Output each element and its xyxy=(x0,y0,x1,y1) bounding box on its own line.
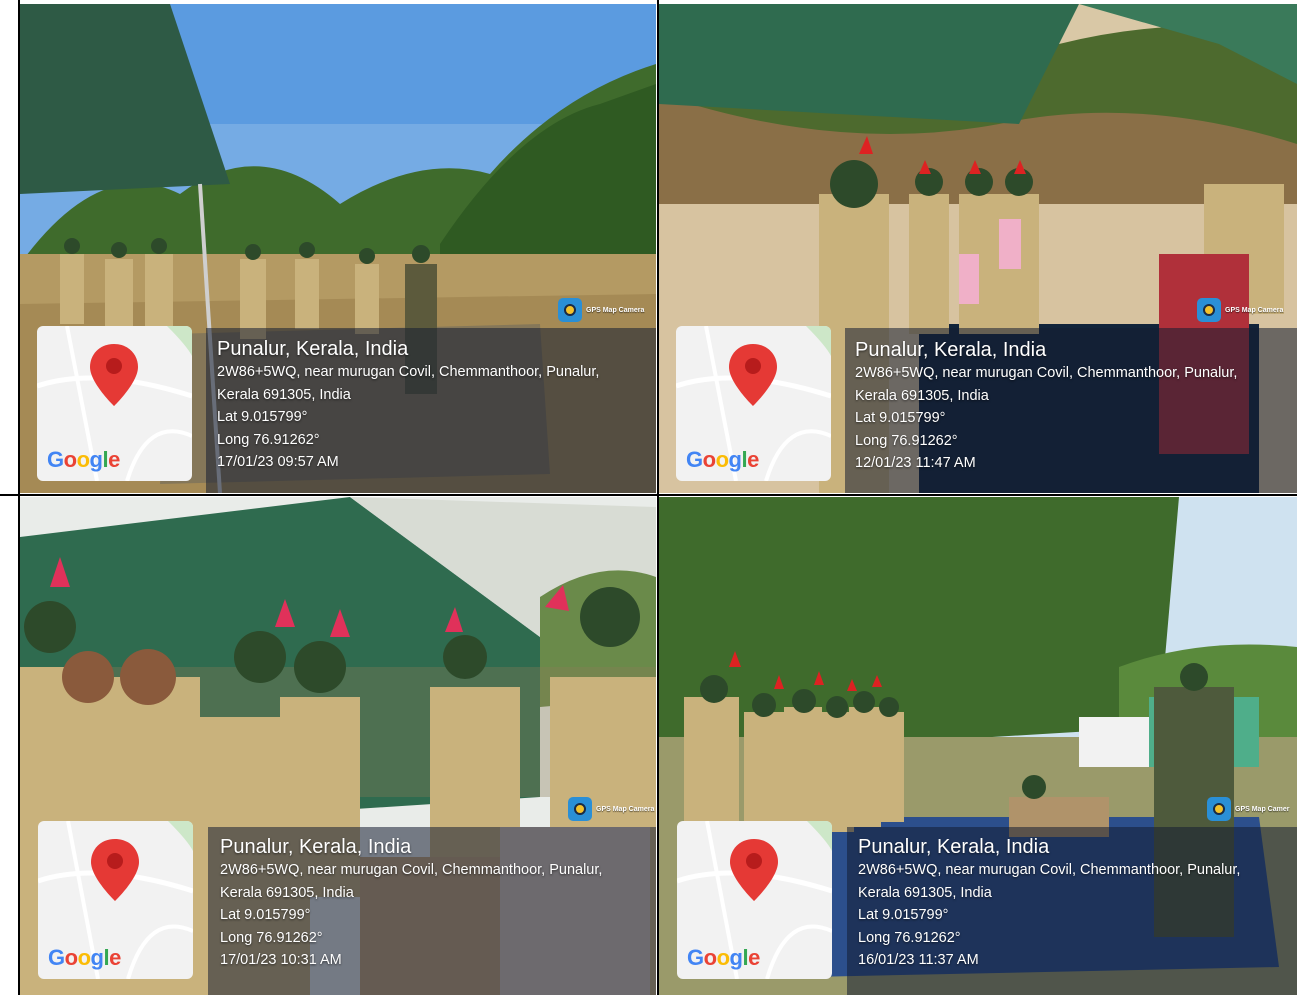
latitude: Lat 9.015799° xyxy=(855,410,946,426)
gps-map-camera-badge: GPS Map Camer xyxy=(1207,797,1289,821)
geo-stamp-text: Punalur, Kerala, India 2W86+5WQ, near mu… xyxy=(858,835,1240,972)
gps-map-camera-badge: GPS Map Camera xyxy=(558,298,644,322)
gps-map-camera-badge: GPS Map Camera xyxy=(568,797,654,821)
address-line-2: Kerala 691305, India xyxy=(855,387,989,404)
map-pin-icon xyxy=(90,344,138,406)
camera-label: GPS Map Camer xyxy=(1235,805,1290,813)
geo-stamp-text: Punalur, Kerala, India 2W86+5WQ, near mu… xyxy=(855,338,1237,475)
address-line-1: 2W86+5WQ, near murugan Covil, Chemmantho… xyxy=(217,364,600,380)
address-line-1: 2W86+5WQ, near murugan Covil, Chemmantho… xyxy=(858,862,1241,878)
longitude: Long 76.91262° xyxy=(220,929,323,946)
geo-stamp-text: Punalur, Kerala, India 2W86+5WQ, near mu… xyxy=(220,835,602,972)
photo-cadets-with-targets: GPS Map Camera Google Punalur, Kerala, I… xyxy=(659,4,1297,493)
geo-stamp-text: Punalur, Kerala, India 2W86+5WQ, near mu… xyxy=(217,337,599,474)
address-line-2: Kerala 691305, India xyxy=(217,386,351,403)
map-thumbnail: Google xyxy=(38,821,193,979)
gps-map-camera-icon xyxy=(568,797,592,821)
google-logo: Google xyxy=(48,945,121,970)
camera-label: GPS Map Camera xyxy=(1225,306,1284,314)
timestamp: 17/01/23 10:31 AM xyxy=(220,952,342,968)
gps-map-camera-icon xyxy=(1197,298,1221,322)
address-line-2: Kerala 691305, India xyxy=(220,884,354,901)
address-line-1: 2W86+5WQ, near murugan Covil, Chemmantho… xyxy=(220,862,603,878)
photo-shooting-range-morning: GPS Map Camera Google Punalur, Kerala, I… xyxy=(20,4,656,493)
grid-divider-horizontal xyxy=(0,494,1297,496)
map-thumbnail: Google xyxy=(677,821,832,979)
location-title: Punalur, Kerala, India xyxy=(858,836,1050,858)
photo-cadets-refreshment-tent: GPS Map Camera Google Punalur, Kerala, I… xyxy=(20,497,656,995)
map-pin-icon xyxy=(730,839,778,901)
longitude: Long 76.91262° xyxy=(217,431,320,448)
camera-label: GPS Map Camera xyxy=(586,306,645,314)
latitude: Lat 9.015799° xyxy=(220,907,311,923)
address-line-2: Kerala 691305, India xyxy=(858,884,992,901)
gps-map-camera-icon xyxy=(1207,797,1231,821)
map-thumbnail: Google xyxy=(37,326,192,481)
longitude: Long 76.91262° xyxy=(855,432,958,449)
gps-map-camera-badge: GPS Map Camera xyxy=(1197,298,1283,322)
camera-label: GPS Map Camera xyxy=(596,805,655,813)
longitude: Long 76.91262° xyxy=(858,929,961,946)
google-logo: Google xyxy=(687,945,760,970)
map-pin-icon xyxy=(729,344,777,406)
location-title: Punalur, Kerala, India xyxy=(855,339,1047,361)
address-line-1: 2W86+5WQ, near murugan Covil, Chemmantho… xyxy=(855,365,1238,381)
timestamp: 16/01/23 11:37 AM xyxy=(858,952,979,968)
google-logo: Google xyxy=(47,447,120,472)
location-title: Punalur, Kerala, India xyxy=(220,836,412,858)
latitude: Lat 9.015799° xyxy=(858,907,949,923)
latitude: Lat 9.015799° xyxy=(217,409,308,425)
timestamp: 12/01/23 11:47 AM xyxy=(855,455,976,471)
location-title: Punalur, Kerala, India xyxy=(217,338,409,360)
gps-map-camera-icon xyxy=(558,298,582,322)
photo-prone-firing-practice: GPS Map Camer Google Punalur, Kerala, In… xyxy=(659,497,1297,995)
timestamp: 17/01/23 09:57 AM xyxy=(217,454,339,470)
map-thumbnail: Google xyxy=(676,326,831,481)
map-pin-icon xyxy=(91,839,139,901)
google-logo: Google xyxy=(686,447,759,472)
